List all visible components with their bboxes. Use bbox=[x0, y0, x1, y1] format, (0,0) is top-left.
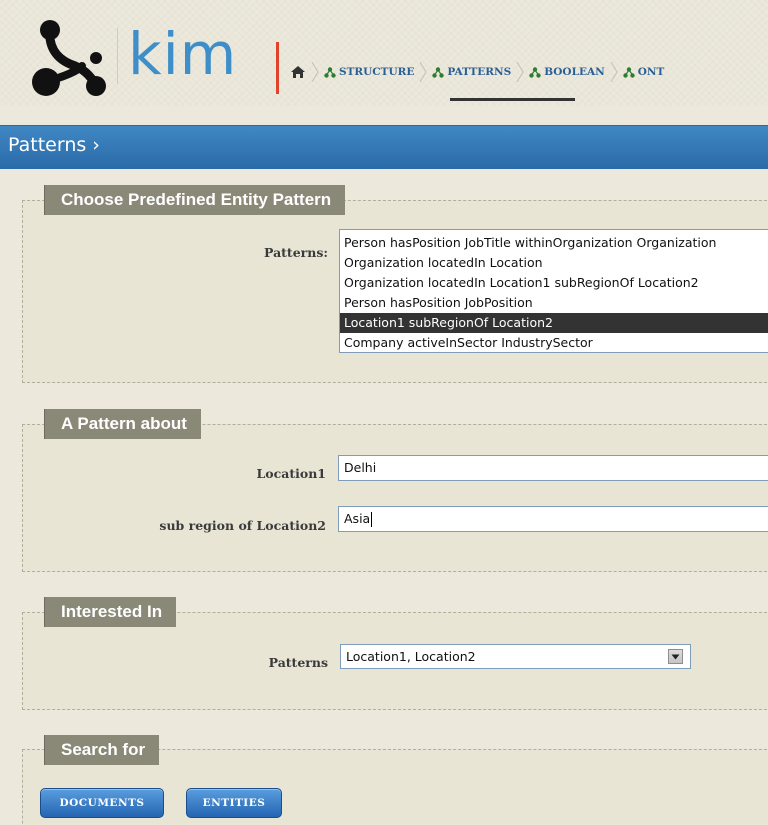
interested-patterns-select[interactable]: Location1, Location2 bbox=[340, 644, 691, 669]
chevron-right-icon bbox=[419, 61, 428, 83]
predefined-pattern-legend: Choose Predefined Entity Pattern bbox=[44, 185, 346, 215]
chevron-right-icon bbox=[311, 61, 319, 83]
page-title-bar: Patterns › bbox=[0, 125, 768, 169]
pattern-about-section bbox=[22, 424, 768, 572]
location1-label: Location1 bbox=[256, 466, 326, 481]
nav-item-label: STRUCTURE bbox=[339, 66, 415, 78]
nav-home[interactable] bbox=[290, 65, 306, 79]
location1-value: Delhi bbox=[344, 460, 377, 475]
kim-logo-icon bbox=[32, 20, 106, 96]
patterns-label: Patterns: bbox=[264, 245, 328, 260]
entities-button[interactable]: ENTITIES bbox=[186, 788, 282, 818]
location2-field[interactable]: Asia bbox=[338, 506, 768, 532]
chevron-right-icon bbox=[610, 61, 618, 83]
nav-item-label: BOOLEAN bbox=[544, 66, 605, 78]
location1-field[interactable]: Delhi bbox=[338, 455, 768, 481]
nav-active-indicator bbox=[450, 98, 575, 101]
list-item[interactable]: Person hasPosition JobTitle withinOrgani… bbox=[340, 233, 768, 253]
pattern-about-legend: A Pattern about bbox=[44, 409, 201, 439]
list-item[interactable]: Organization locatedIn Location bbox=[340, 253, 768, 273]
select-value: Location1, Location2 bbox=[346, 649, 476, 664]
documents-button[interactable]: DOCUMENTS bbox=[40, 788, 164, 818]
top-navigation: STRUCTURE PATTERNS BOOLEAN ONT bbox=[290, 58, 664, 86]
patterns-listbox[interactable]: Person hasPosition JobTitle withinOrgani… bbox=[339, 229, 768, 353]
list-item[interactable]: Company activeInSector IndustrySector bbox=[340, 333, 768, 353]
location2-value: Asia bbox=[344, 511, 371, 526]
text-caret bbox=[371, 512, 373, 527]
logo-divider bbox=[117, 28, 118, 84]
nav-item-patterns[interactable]: PATTERNS bbox=[432, 66, 511, 78]
brand-name: kim bbox=[128, 20, 238, 88]
header: kim STRUCTURE PATTERNS BOOLEAN ONT bbox=[0, 0, 768, 106]
list-item[interactable]: Person hasPosition JobPosition bbox=[340, 293, 768, 313]
location2-label: sub region of Location2 bbox=[159, 518, 326, 533]
tree-icon bbox=[432, 66, 445, 78]
chevron-right-icon bbox=[516, 61, 524, 83]
interested-in-legend: Interested In bbox=[44, 597, 177, 627]
page-title: Patterns › bbox=[8, 134, 100, 156]
home-icon bbox=[291, 66, 305, 78]
interested-patterns-label: Patterns bbox=[268, 655, 328, 670]
tree-icon bbox=[324, 66, 336, 78]
chevron-down-icon bbox=[671, 654, 680, 659]
tree-icon bbox=[623, 66, 635, 78]
nav-item-label: PATTERNS bbox=[447, 66, 512, 78]
nav-item-ontology[interactable]: ONT bbox=[623, 66, 665, 78]
nav-item-structure[interactable]: STRUCTURE bbox=[324, 66, 414, 78]
list-item-selected[interactable]: Location1 subRegionOf Location2 bbox=[340, 313, 768, 333]
nav-accent-bar bbox=[276, 42, 279, 94]
list-item[interactable]: Organization locatedIn Location1 subRegi… bbox=[340, 273, 768, 293]
tree-icon bbox=[529, 66, 541, 78]
search-for-legend: Search for bbox=[44, 735, 160, 765]
nav-item-boolean[interactable]: BOOLEAN bbox=[529, 66, 605, 78]
nav-item-label: ONT bbox=[637, 66, 665, 78]
dropdown-button[interactable] bbox=[668, 649, 683, 664]
